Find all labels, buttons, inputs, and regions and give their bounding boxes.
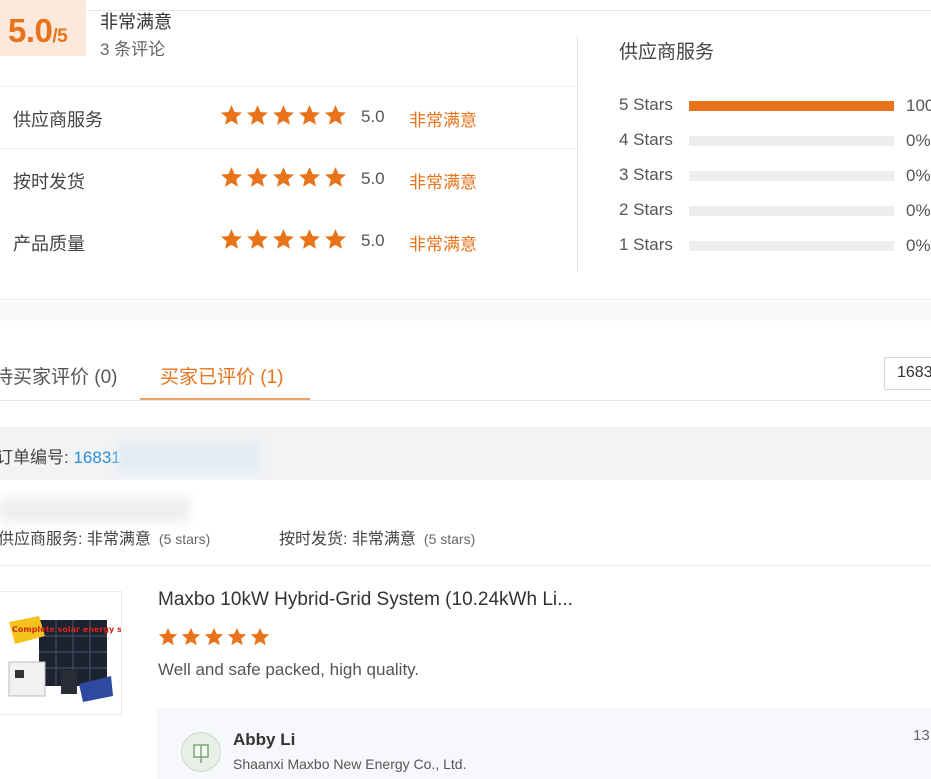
buyer-rating-supplier-service: 供应商服务: 非常满意 (5 stars) — [0, 531, 211, 548]
rating-row-supplier-service: 供应商服务 5.0 非常满意 — [0, 86, 577, 148]
rating-stars — [219, 165, 348, 190]
distribution-label: 2 Stars — [619, 200, 673, 219]
distribution-row-5: 5 Stars 100% — [619, 94, 931, 118]
star-icon — [247, 105, 268, 125]
review-divider — [0, 565, 931, 566]
distribution-percent: 0% — [906, 166, 931, 185]
order-search-input[interactable]: 16831 — [884, 357, 931, 390]
distribution-row-4: 4 Stars 0% — [619, 129, 931, 153]
avatar — [181, 732, 221, 772]
review-count: 3 条评论 — [100, 40, 166, 59]
reply-company-name: Shaanxi Maxbo New Energy Co., Ltd. — [233, 756, 467, 772]
star-icon — [221, 167, 242, 187]
star-icon — [273, 229, 294, 249]
distribution-percent: 0% — [906, 131, 931, 150]
rating-stars — [219, 227, 348, 252]
thumb-badge-text: Complete solar energy system — [12, 625, 121, 634]
product-thumbnail[interactable]: Complete solar energy system — [0, 591, 149, 715]
redacted-buyer-info — [0, 497, 190, 523]
redacted-order-number — [118, 442, 260, 472]
distribution-track — [689, 171, 894, 181]
solar-system-image: Complete solar energy system — [0, 592, 149, 714]
star-icon — [247, 229, 268, 249]
star-icon — [299, 105, 320, 125]
star-icon — [247, 167, 268, 187]
overall-satisfaction: 非常满意 — [100, 12, 172, 32]
distribution-percent: 0% — [906, 236, 931, 255]
distribution-title: 供应商服务 — [619, 42, 715, 63]
product-title-link[interactable]: Maxbo 10kW Hybrid-Grid System (10.24kWh … — [158, 589, 573, 611]
tab-buyer-reviewed[interactable]: 买家已评价 (1) — [160, 362, 284, 389]
reply-date: 13 — [913, 727, 930, 744]
rating-stars — [219, 103, 348, 128]
order-number-link[interactable]: 16831 — [73, 448, 120, 467]
section-gap — [0, 299, 931, 321]
supplier-reply: Abby Li Shaanxi Maxbo New Energy Co., Lt… — [157, 708, 931, 779]
rating-score: 5.0 — [361, 231, 385, 250]
review-stars — [157, 626, 271, 648]
rating-label: 供应商服务 — [13, 110, 103, 130]
tab-pending-reviews[interactable]: 待买家评价 (0) — [0, 362, 118, 389]
summary-divider — [577, 36, 578, 272]
star-icon — [325, 105, 346, 125]
rating-label: 产品质量 — [13, 234, 85, 254]
overall-score: 5.0/5 — [8, 12, 68, 49]
order-bar: 订单编号: 16831 — [0, 427, 931, 480]
star-icon — [250, 627, 270, 646]
distribution-label: 4 Stars — [619, 130, 673, 149]
reply-author-name: Abby Li — [233, 730, 296, 749]
star-icon — [325, 229, 346, 249]
star-icon — [221, 105, 242, 125]
overall-score-box: 5.0/5 — [0, 0, 86, 56]
star-icon — [181, 627, 201, 646]
distribution-fill — [689, 101, 894, 111]
star-icon — [299, 229, 320, 249]
star-icon — [273, 105, 294, 125]
rating-row-product-quality: 产品质量 5.0 非常满意 — [0, 210, 577, 272]
rating-satisfaction: 非常满意 — [409, 235, 477, 254]
distribution-row-3: 3 Stars 0% — [619, 164, 931, 188]
rating-satisfaction: 非常满意 — [409, 111, 477, 130]
star-icon — [227, 627, 247, 646]
distribution-row-1: 1 Stars 0% — [619, 234, 931, 258]
distribution-percent: 100% — [906, 96, 931, 115]
review-text: Well and safe packed, high quality. — [158, 660, 420, 679]
distribution-track — [689, 241, 894, 251]
star-icon — [273, 167, 294, 187]
star-icon — [204, 627, 224, 646]
buyer-rating-on-time: 按时发货: 非常满意 (5 stars) — [279, 531, 476, 548]
star-icon — [325, 167, 346, 187]
rating-score: 5.0 — [361, 107, 385, 126]
distribution-label: 3 Stars — [619, 165, 673, 184]
distribution-row-2: 2 Stars 0% — [619, 199, 931, 223]
rating-score: 5.0 — [361, 169, 385, 188]
distribution-percent: 0% — [906, 201, 931, 220]
company-logo-icon — [193, 744, 209, 763]
order-number-label: 订单编号: 16831 — [0, 448, 121, 467]
star-icon — [221, 229, 242, 249]
distribution-label: 5 Stars — [619, 95, 673, 114]
distribution-label: 1 Stars — [619, 235, 673, 254]
rating-row-on-time-delivery: 按时发货 5.0 非常满意 — [0, 148, 577, 210]
rating-satisfaction: 非常满意 — [409, 173, 477, 192]
rating-label: 按时发货 — [13, 172, 85, 192]
distribution-track — [689, 136, 894, 146]
star-icon — [158, 627, 178, 646]
star-icon — [299, 167, 320, 187]
distribution-track — [689, 206, 894, 216]
tabs-divider — [0, 400, 931, 401]
distribution-track — [689, 101, 894, 111]
